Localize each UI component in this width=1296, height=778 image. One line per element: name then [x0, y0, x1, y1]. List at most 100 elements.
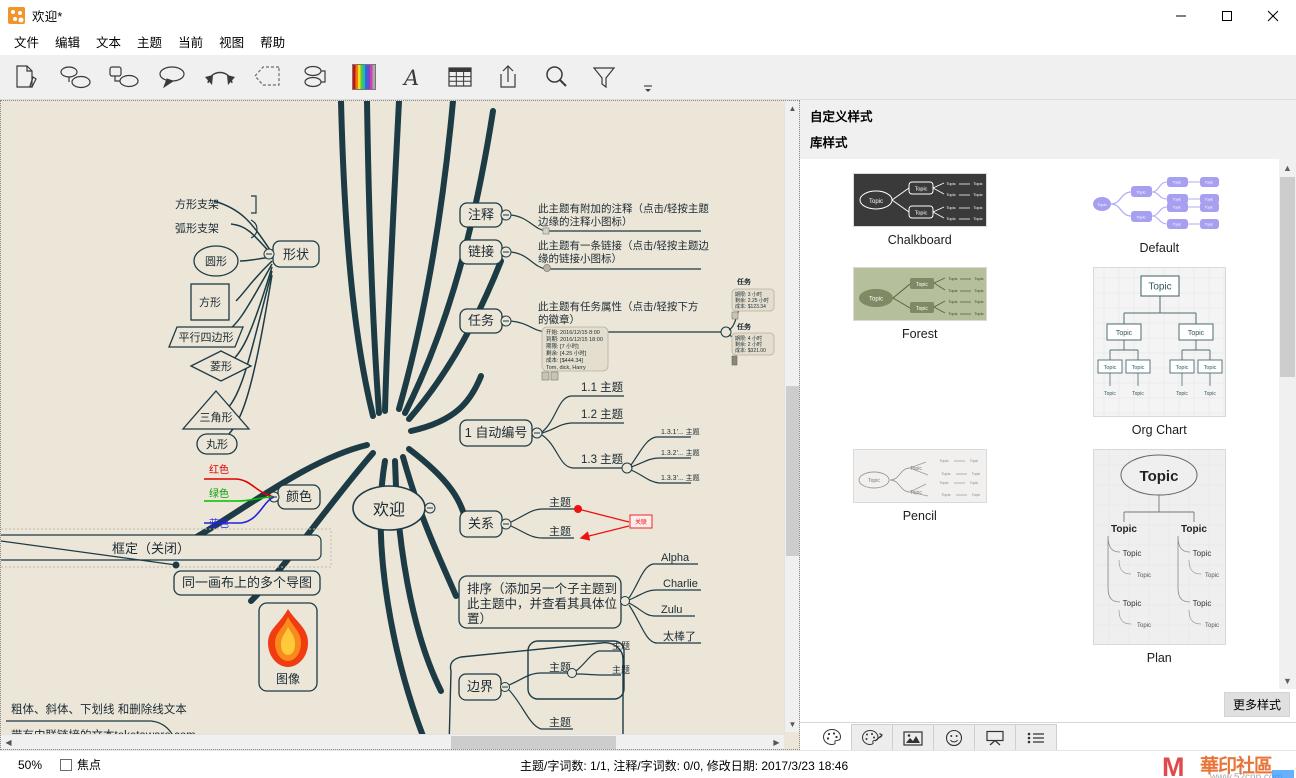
toolbar-search[interactable]	[532, 57, 580, 97]
svg-text:Topic: Topic	[1104, 391, 1116, 397]
shape-child-6-label: 三角形	[200, 411, 233, 424]
style-thumb-default[interactable]: Topic Topic Topic Topic Topic Topic Topi…	[1086, 173, 1233, 235]
task-info-0: 开始: 2016/12/15 8:00	[546, 328, 600, 336]
boundary-child-3: 主题	[549, 716, 571, 729]
style-scroll-up[interactable]: ▲	[1279, 159, 1296, 176]
canvas-scroll-left[interactable]: ◀	[1, 735, 16, 749]
style-thumb-chalkboard[interactable]: Topic Topic Topic Topic Topic Topic Topi…	[852, 173, 987, 227]
toolbar-colors[interactable]	[340, 57, 388, 97]
link-detail-line-1: 此主题有一条链接（点击/轻按主题边	[538, 239, 709, 252]
toolbar-relationship[interactable]	[196, 57, 244, 97]
style-scroll-thumb[interactable]	[1280, 177, 1295, 377]
task-sub-1-line-0: 期限: 4 小时	[735, 335, 762, 342]
mindmap-canvas[interactable]: .nodebox { fill: #ece6d8; stroke: #1d3b4…	[0, 100, 800, 750]
task-sub-1-line-1: 剩余: 2 小时	[735, 341, 762, 348]
canvas-vertical-scrollbar[interactable]: ▲ ▼	[784, 101, 799, 732]
tab-icons[interactable]	[933, 724, 975, 750]
link-detail-line-2: 缘的链接小图标）	[538, 252, 622, 265]
style-item-orgchart[interactable]: Topic Topic Topic Topic Topic Topic Topi…	[1040, 267, 1280, 437]
more-styles-button[interactable]: 更多样式	[1223, 692, 1290, 717]
tab-format[interactable]	[851, 724, 893, 750]
svg-text:Topic: Topic	[869, 297, 883, 303]
style-panel-scrollbar[interactable]: ▲ ▼	[1279, 159, 1296, 689]
toolbar-share[interactable]	[484, 57, 532, 97]
canvas-horizontal-scrollbar[interactable]: ◀ ▶	[1, 734, 784, 749]
toolbar-new[interactable]	[4, 57, 52, 97]
svg-text:Topic: Topic	[914, 211, 927, 217]
watermark-glyph: M	[1162, 752, 1185, 778]
style-thumb-pencil[interactable]: Topic Topic Topic Topic Topic Topic Topic	[852, 449, 987, 503]
toolbar-summary[interactable]	[292, 57, 340, 97]
toolbar-add-subtopic[interactable]	[100, 57, 148, 97]
tab-images[interactable]	[892, 724, 934, 750]
toolbar-font[interactable]: A	[388, 57, 436, 97]
canvas-scroll-down[interactable]: ▼	[785, 717, 799, 732]
relationship-child-0: 主题	[549, 496, 571, 509]
svg-text:Topic: Topic	[974, 311, 983, 316]
style-thumb-plan[interactable]: Topic Topic Topic Topic Topic Topic Topi…	[1092, 449, 1226, 645]
menu-help[interactable]: 帮助	[252, 32, 293, 54]
shape-child-4-label: 平行四边形	[179, 331, 234, 344]
canvas-scroll-up[interactable]: ▲	[785, 101, 799, 116]
menu-current[interactable]: 当前	[170, 32, 211, 54]
toolbar-overflow-button[interactable]	[640, 81, 656, 95]
branch-task: 任务 此主题有任务属性（点击/轻按下方 的徽章） 开始: 2016/12/15 …	[459, 277, 775, 381]
central-topic-label: 欢迎	[373, 501, 405, 519]
minimize-button[interactable]	[1158, 0, 1204, 31]
svg-text:Topic: Topic	[914, 187, 927, 193]
toolbar-filter[interactable]	[580, 57, 628, 97]
svg-text:Topic: Topic	[1137, 623, 1151, 629]
menu-file[interactable]: 文件	[6, 32, 47, 54]
maximize-button[interactable]	[1204, 0, 1250, 31]
style-thumb-orgchart[interactable]: Topic Topic Topic Topic Topic Topic Topi…	[1092, 267, 1226, 417]
svg-text:Topic: Topic	[946, 216, 955, 221]
svg-text:Topic: Topic	[973, 205, 982, 210]
svg-text:Topic: Topic	[1173, 198, 1182, 202]
tab-styles[interactable]	[812, 724, 852, 750]
menu-topic[interactable]: 主题	[129, 32, 170, 54]
canvas-scroll-right[interactable]: ▶	[769, 735, 784, 749]
table-icon	[448, 67, 472, 87]
focus-checkbox[interactable]	[60, 758, 73, 771]
status-bar: 50% 焦点 主题/字词数: 1/1, 注释/字词数: 0/0, 修改日期: 2…	[0, 750, 1296, 778]
style-item-forest[interactable]: Topic Topic Topic Topic Topic Topic Topic	[800, 267, 1040, 437]
add-sibling-topic-icon	[60, 66, 91, 89]
style-item-pencil[interactable]: Topic Topic Topic Topic Topic Topic Topic	[800, 449, 1040, 665]
toolbar-add-sibling[interactable]	[52, 57, 100, 97]
style-item-plan[interactable]: Topic Topic Topic Topic Topic Topic Topi…	[1040, 449, 1280, 665]
style-thumb-forest[interactable]: Topic Topic Topic Topic Topic Topic Topic	[852, 267, 987, 321]
style-panel-header: 自定义样式 库样式	[800, 100, 1296, 159]
window-controls	[1158, 0, 1296, 31]
close-button[interactable]	[1250, 0, 1296, 31]
task-sub-0-title: 任务	[736, 277, 752, 286]
focus-label: 焦点	[77, 758, 102, 772]
toolbar-callout[interactable]	[148, 57, 196, 97]
task-sub-1-title: 任务	[736, 322, 752, 331]
focus-toggle[interactable]: 焦点	[60, 756, 101, 773]
toolbar-table[interactable]	[436, 57, 484, 97]
tab-outline[interactable]	[1015, 724, 1057, 750]
title-bar: 欢迎*	[0, 0, 1296, 31]
search-icon	[546, 66, 567, 87]
svg-text:Topic: Topic	[1137, 190, 1146, 195]
zoom-level: 50%	[18, 757, 43, 772]
node-link-label: 链接	[468, 244, 494, 259]
svg-text:Topic: Topic	[1131, 365, 1144, 371]
menu-view[interactable]: 视图	[211, 32, 252, 54]
toolbar-boundary[interactable]	[244, 57, 292, 97]
canvas-hscroll-thumb[interactable]	[451, 736, 616, 749]
color-palette-icon	[352, 64, 376, 90]
menu-edit[interactable]: 编辑	[47, 32, 88, 54]
tab-presentation[interactable]	[974, 724, 1016, 750]
style-item-chalkboard[interactable]: Topic Topic Topic Topic Topic Topic Topi…	[800, 173, 1040, 255]
svg-text:Topic: Topic	[973, 192, 982, 197]
style-scroll-down[interactable]: ▼	[1279, 672, 1296, 689]
filter-icon	[592, 67, 616, 89]
color-child-1-label: 绿色	[209, 487, 229, 500]
svg-text:Topic: Topic	[941, 471, 950, 476]
canvas-vscroll-thumb[interactable]	[786, 386, 799, 556]
more-styles-row: 更多样式	[800, 689, 1296, 722]
style-item-default[interactable]: Topic Topic Topic Topic Topic Topic Topi…	[1040, 173, 1280, 255]
boundary-child-2: 主题	[612, 664, 630, 675]
menu-text[interactable]: 文本	[88, 32, 129, 54]
